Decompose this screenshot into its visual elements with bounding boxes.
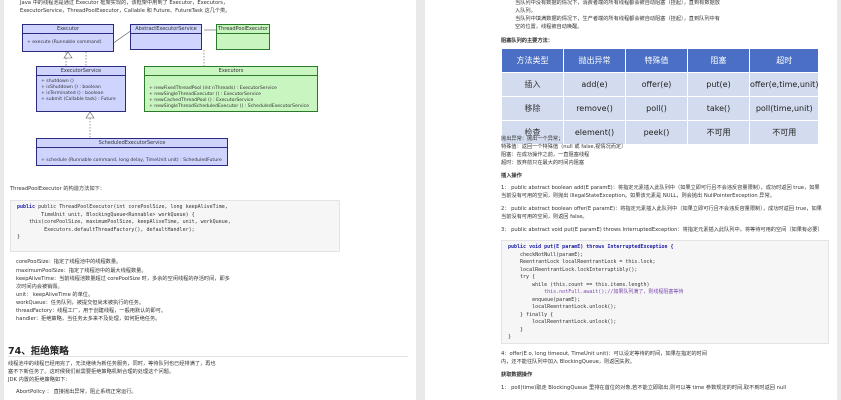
code-line: while (this.count == this.items.length) [508, 281, 650, 288]
code-line: public void put(E paramE) throws Interru… [508, 244, 674, 250]
code-line: try { [508, 274, 536, 280]
uml-tpe-title: ThreadPoolExecutor [217, 26, 269, 34]
section-body-line: 塞不下新任务了。这时候我们就需要拒绝策略机制合理的处理这个问题。 [8, 369, 175, 375]
insert-item: 当前没有可用的空间，则抛出 IllegalStateException。如果该元… [501, 193, 775, 199]
code-line: localReentrantLock.unlock(); [508, 304, 617, 310]
code-line: } [17, 234, 21, 240]
ops-cell: 插入 [501, 72, 564, 97]
code-line: public public ThreadPoolExecutor(int cor… [17, 204, 228, 210]
uml-abstract-executor-service: AbstractExecutorService [130, 24, 202, 50]
insert-item: 1： public abstract boolean add(E paramE)… [501, 185, 820, 191]
legend-line: 阻塞：在成功操作之前，一直阻塞线程 [501, 152, 590, 158]
code-line: } finally { [508, 311, 554, 318]
ops-cell: put(e) [687, 72, 750, 97]
ops-table: 方法类型 抛出异常 特殊值 阻塞 超时 插入 add(e) offer(e) p… [501, 48, 820, 145]
code-text: public ThreadPoolExecutor(int corePoolSi… [38, 204, 228, 210]
ops-cell: offer(e,time,unit) [748, 72, 820, 97]
uml-scheduled-title: ScheduledExecutorService [37, 139, 227, 148]
uml-executors-row: + newSingleThreadScheduledExecutor () : … [149, 104, 310, 109]
code-line: this(corePoolSize, maximumPoolSize, keep… [17, 219, 231, 225]
section-divider [8, 356, 408, 357]
queue-note-line: 入队列。 [515, 8, 536, 14]
put-code-block: public void put(E paramE) throws Interru… [501, 240, 829, 344]
ops-cell: 不可用 [748, 120, 820, 145]
uml-executor-row: + execute (Runnable command) [27, 40, 102, 45]
ctor-caption: ThreadPoolExecutor 的构造方法如下： [10, 186, 105, 192]
queue-note-line: 当队列中没有数据的情况下，消费者端的所有线程都会被自动阻塞（挂起），直到有数据放 [515, 0, 720, 6]
uml-executor-title: Executor [23, 25, 113, 34]
ops-cell: add(e) [563, 72, 626, 97]
insert-item: 2： public abstract boolean offer(E param… [501, 206, 822, 212]
param-item: threadFactory：线程工厂，用于创建线程，一般用默认的即可。 [16, 308, 167, 314]
code-line: TimeUnit unit, BlockingQueue<Runnable> w… [17, 211, 195, 218]
uml-scheduled-row: + schedule (Runnable command, long delay… [41, 158, 222, 163]
uml-executors: Executors + newFixedThreadPool (int nThr… [144, 66, 318, 112]
code-line: checkNotNull(paramE); [508, 251, 584, 258]
ops-cell: offer(e) [625, 72, 688, 97]
ops-cell: remove() [563, 96, 626, 121]
offer-note-line: 4：offer(E o, long timeout, TimeUnit unit… [501, 351, 707, 357]
uml-executors-title: Executors [145, 67, 317, 76]
param-item: handler：拒绝策略，当任务太多来不及处理，如何拒绝任务。 [16, 316, 161, 322]
section-body-line: 线程池中的线程已经用完了，无法继续为新任务服务，同时，等待队列也已经排满了，再也 [8, 361, 216, 367]
code-line: Executors.defaultThreadFactory(), defaul… [17, 226, 195, 233]
insert-item: 3： public abstract void put(E paramE) th… [501, 227, 823, 233]
section-body-line: JDK 内置的拒绝策略如下： [8, 377, 71, 383]
ctor-code-block: public public ThreadPoolExecutor(int cor… [10, 200, 340, 252]
uml-scheduled-executor-service: ScheduledExecutorService + schedule (Run… [36, 138, 228, 166]
code-line: localReentrantLock.lockInterruptibly(); [508, 266, 638, 273]
param-item: 次时间内会被销毁。 [16, 284, 63, 290]
fetch-title: 获取数据操作 [501, 372, 533, 378]
param-item: maximumPoolSize：指定了线程池中的最大线程数量。 [16, 268, 147, 274]
offer-note-line: 内，还不能往队列中加入 BlockingQueue，则返回失败。 [501, 359, 636, 365]
code-line: this.notFull.await();//如果队列满了，则线程阻塞等待 [508, 289, 684, 295]
right-page: 当队列中没有数据的情况下，消费者端的所有线程都会被自动阻塞（挂起），直到有数据放… [425, 0, 837, 400]
queue-note-line: 当队列中填满数据的情况下，生产者端的所有线程都会被自动阻塞（挂起），直到队列中有 [515, 16, 720, 22]
legend-line: 抛出异常：抛出一个异常； [501, 136, 564, 142]
legend-line: 超时：放弃前只在最大的时间内阻塞 [501, 160, 585, 166]
ops-cell: poll(time,unit) [748, 96, 820, 121]
legend-line: 特殊值：返回一个特殊值（null 或 false,视情况而定） [501, 144, 627, 150]
queue-note-line: 空的位置，线程被自动唤醒。 [515, 24, 583, 30]
ops-cell: poll() [625, 96, 688, 121]
ops-cell: 移除 [501, 96, 564, 121]
policy-item: AbortPolicy ： 直接抛出异常，阻止系统正常运行。 [16, 389, 137, 395]
ops-row: 插入 add(e) offer(e) put(e) offer(e,time,u… [501, 72, 820, 97]
uml-abstract-title: AbstractExecutorService [131, 25, 201, 34]
code-line: } [508, 326, 524, 333]
methods-title: 阻塞队列的主要方法： [501, 38, 553, 44]
param-item: workQueue：任务队列，被提交但尚未被执行的任务。 [16, 300, 145, 306]
left-page: Java 中的线程池是通过 Executor 框架实现的，该框架中用到了 Exe… [4, 0, 416, 400]
ops-cell: element() [563, 120, 626, 145]
uml-service-title: ExecutorService [37, 67, 125, 76]
ops-header-cell: 特殊值 [625, 48, 688, 73]
code-line: ReentrantLock localReentrantLock = this.… [508, 259, 656, 265]
code-line: enqueue(paramE); [508, 296, 581, 303]
param-item: keepAliveTime：当前线程池数量超过 corePoolSize 时，多… [16, 276, 230, 282]
insert-title: 插入操作 [501, 173, 522, 179]
param-item: unit： keepAliveTime 的单位。 [16, 292, 94, 298]
ops-cell: peek() [625, 120, 688, 145]
param-item: corePoolSize：指定了线程池中的线程数量。 [16, 259, 122, 265]
code-line: localReentrantLock.unlock(); [508, 319, 617, 325]
uml-service-row: + submit (Callable task) : Future [41, 97, 116, 102]
uml-thread-pool-executor: ThreadPoolExecutor [216, 24, 270, 50]
ops-cell: 不可用 [687, 120, 750, 145]
fetch-item: 1： poll(time)取走 BlockingQueue 里排在首位的对象,若… [501, 385, 787, 391]
ops-row: 移除 remove() poll() take() poll(time,unit… [501, 96, 820, 121]
section-title: 74、拒绝策略 [8, 346, 69, 357]
ops-header-cell: 超时 [748, 48, 820, 73]
ops-header-cell: 方法类型 [501, 48, 564, 73]
ops-header-cell: 抛出异常 [563, 48, 626, 73]
uml-executor: Executor + execute (Runnable command) [22, 24, 114, 52]
ops-header-row: 方法类型 抛出异常 特殊值 阻塞 超时 [501, 48, 820, 73]
insert-item: 当前没有可用的空间，则返回 false。 [501, 214, 588, 220]
ops-header-cell: 阻塞 [687, 48, 750, 73]
uml-executor-service: ExecutorService + shutdown () + isShutdo… [36, 66, 126, 112]
ops-cell: take() [687, 96, 750, 121]
code-line: } [508, 334, 512, 340]
